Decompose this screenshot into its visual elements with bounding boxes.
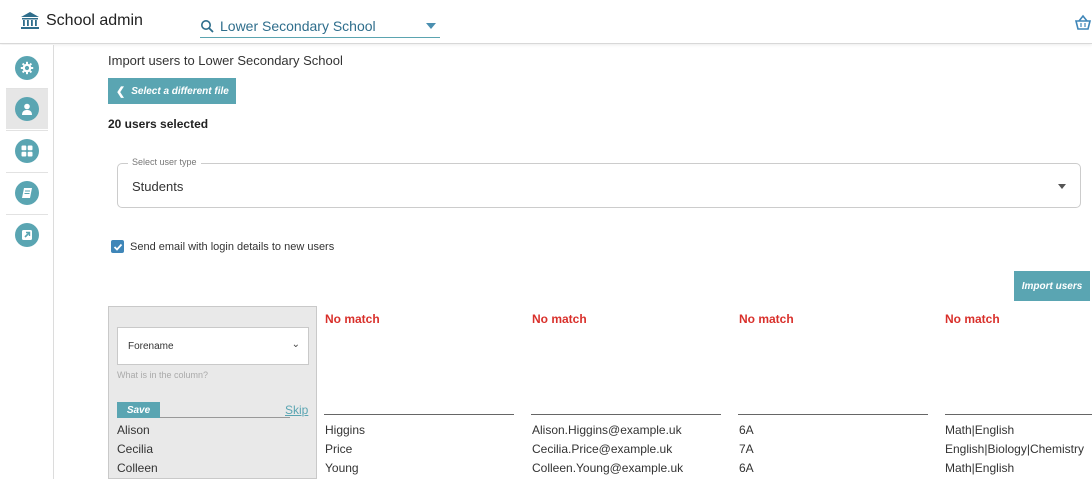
top-bar: School admin Lower Secondary School bbox=[0, 0, 1092, 44]
sidebar-icon-wrap bbox=[15, 181, 39, 205]
brand[interactable]: School admin bbox=[20, 12, 143, 30]
table-cell: 7A bbox=[739, 442, 754, 456]
chevron-down-icon bbox=[426, 22, 436, 29]
column-header-line bbox=[531, 414, 721, 415]
school-select-value: Lower Secondary School bbox=[220, 17, 376, 34]
select-different-file-button[interactable]: ❮ Select a different file bbox=[108, 78, 236, 104]
divider bbox=[160, 417, 290, 418]
table-cell: Higgins bbox=[325, 423, 366, 437]
table-cell: Young bbox=[325, 461, 359, 475]
user-type-select[interactable]: Select user type Students bbox=[117, 157, 1081, 208]
column-header-line bbox=[945, 414, 1092, 415]
select-different-file-label: Select a different file bbox=[131, 85, 229, 97]
chevron-down-icon: ⌄ bbox=[291, 339, 300, 350]
sidebar-item-users[interactable] bbox=[6, 89, 48, 129]
sidebar-icon-wrap bbox=[15, 223, 39, 247]
table-cell: Price bbox=[325, 442, 353, 456]
column-status: No match bbox=[739, 312, 794, 326]
chevron-left-icon: ❮ bbox=[116, 85, 126, 98]
page-title: Import users to Lower Secondary School bbox=[108, 53, 343, 68]
column-field-value: Forename bbox=[128, 341, 174, 352]
column-header-line bbox=[324, 414, 514, 415]
table-cell: Cecilia bbox=[117, 442, 154, 456]
column-field-select[interactable]: Forename ⌄ bbox=[117, 327, 309, 365]
skip-link[interactable]: Skip bbox=[285, 403, 308, 417]
sidebar-icon-wrap bbox=[15, 139, 39, 163]
table-cell: 6A bbox=[739, 423, 754, 437]
import-users-button[interactable]: Import users bbox=[1014, 271, 1090, 301]
table-cell: Math|English bbox=[945, 461, 1015, 475]
column-cells: Math|English English|Biology|Chemistry M… bbox=[945, 421, 1092, 478]
sidebar-icon-wrap bbox=[15, 97, 39, 121]
table-cell: 6A bbox=[739, 461, 754, 475]
table-cell: Alison bbox=[117, 423, 150, 437]
user-icon bbox=[22, 103, 32, 115]
save-button[interactable]: Save bbox=[117, 402, 160, 418]
check-icon bbox=[113, 243, 122, 251]
book-icon bbox=[22, 188, 32, 198]
table-cell: Alison.Higgins@example.uk bbox=[532, 423, 682, 437]
column-cells: Alison.Higgins@example.uk Cecilia.Price@… bbox=[532, 421, 683, 478]
user-type-value: Students bbox=[132, 179, 184, 194]
institution-icon bbox=[21, 12, 39, 29]
column-status: No match bbox=[532, 312, 587, 326]
grid-icon bbox=[21, 145, 33, 157]
column-cells: 6A 7A 6A bbox=[739, 421, 754, 478]
brand-name: School admin bbox=[46, 12, 143, 29]
table-cell: Math|English bbox=[945, 423, 1015, 437]
sidebar-item-courses[interactable] bbox=[6, 173, 48, 213]
sidebar-icon-wrap bbox=[15, 56, 39, 80]
column-cells-forename: Alison Cecilia Colleen bbox=[117, 421, 158, 478]
table-cell: English|Biology|Chemistry bbox=[945, 442, 1084, 456]
column-header-line bbox=[738, 414, 928, 415]
table-cell: Colleen.Young@example.uk bbox=[532, 461, 684, 475]
send-email-label: Send email with login details to new use… bbox=[130, 240, 335, 253]
search-icon bbox=[201, 19, 214, 33]
gear-icon bbox=[20, 61, 34, 75]
sidebar-item-dashboard[interactable] bbox=[6, 131, 48, 171]
column-status: No match bbox=[325, 312, 380, 326]
send-email-row: Send email with login details to new use… bbox=[111, 240, 334, 253]
users-selected-count: 20 users selected bbox=[108, 117, 209, 131]
send-email-checkbox[interactable] bbox=[111, 240, 124, 253]
basket-icon[interactable] bbox=[1074, 14, 1092, 30]
column-cells: Higgins Price Young bbox=[325, 421, 365, 478]
school-select[interactable]: Lower Secondary School bbox=[200, 14, 440, 38]
external-link-icon bbox=[22, 230, 32, 240]
sidebar bbox=[0, 45, 54, 479]
sidebar-item-external[interactable] bbox=[6, 215, 48, 255]
table-cell: Cecilia.Price@example.uk bbox=[532, 442, 673, 456]
user-type-legend: Select user type bbox=[128, 157, 201, 167]
sidebar-item-settings[interactable] bbox=[6, 48, 48, 88]
chevron-down-icon bbox=[1058, 184, 1066, 189]
column-status: No match bbox=[945, 312, 1000, 326]
column-help-text: What is in the column? bbox=[117, 370, 209, 380]
table-cell: Colleen bbox=[117, 461, 158, 475]
